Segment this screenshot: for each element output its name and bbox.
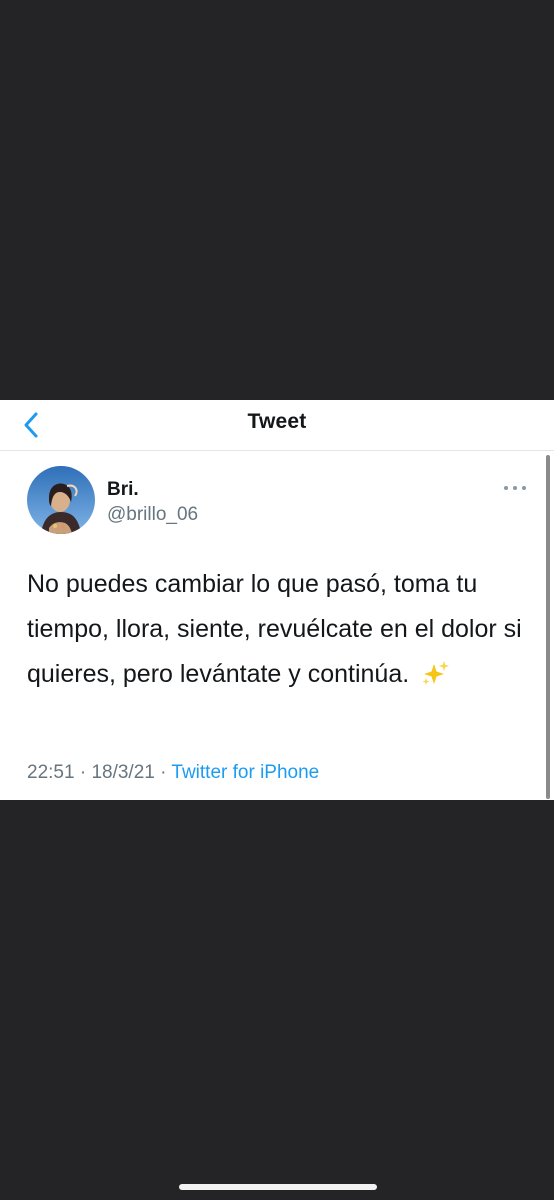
avatar[interactable] — [27, 466, 95, 534]
page-title: Tweet — [247, 410, 307, 433]
tweet-source-link[interactable]: Twitter for iPhone — [171, 762, 319, 783]
tweet-time: 22:51 — [27, 762, 75, 783]
sparkles-icon — [422, 661, 450, 685]
separator: · — [74, 762, 92, 783]
separator: · — [154, 762, 172, 783]
more-options-button[interactable] — [502, 480, 528, 494]
more-horizontal-icon — [504, 486, 508, 490]
dark-background-top — [0, 0, 554, 400]
username-handle[interactable]: @brillo_06 — [107, 504, 198, 526]
display-name[interactable]: Bri. — [107, 479, 139, 501]
dark-background-bottom — [0, 800, 554, 1200]
scrollbar[interactable] — [546, 455, 550, 799]
tweet-text: No puedes cambiar lo que pasó, toma tu t… — [27, 562, 527, 697]
tweet-screen: Tweet Bri. @brillo_06 No puedes cambiar … — [0, 400, 554, 800]
navigation-bar: Tweet — [0, 400, 554, 451]
tweet-metadata: 22:51 · 18/3/21 · Twitter for iPhone — [27, 762, 319, 784]
home-indicator[interactable] — [179, 1184, 377, 1190]
tweet-date: 18/3/21 — [91, 762, 155, 783]
